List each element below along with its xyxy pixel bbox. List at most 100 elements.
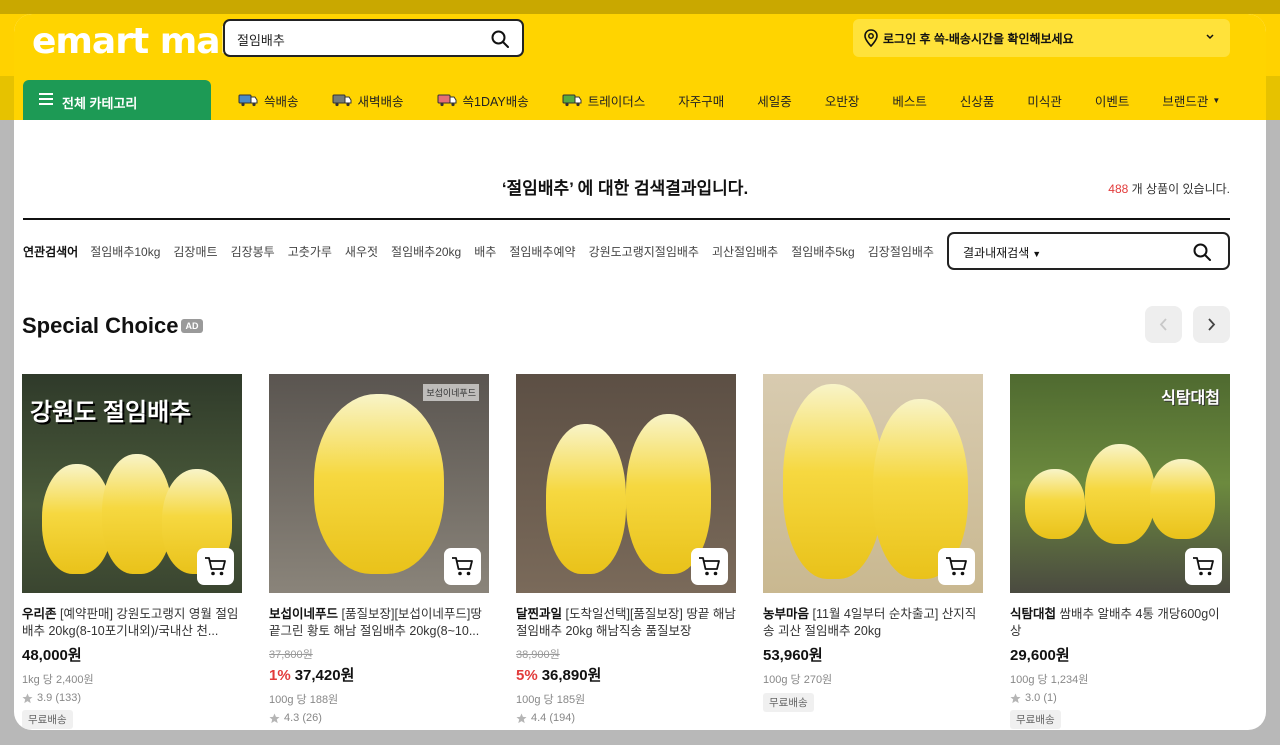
product-brand: 달찐과일 (516, 607, 563, 621)
unit-price: 1kg 당 2,400원 (22, 674, 94, 686)
nav-item-label: 브랜드관 (1162, 94, 1209, 109)
product-price: 48,000원 (22, 644, 242, 665)
in-result-search[interactable]: 결과내재검색 ▼ (947, 232, 1230, 270)
related-keyword[interactable]: 김장매트 (173, 243, 217, 260)
search-input[interactable] (237, 29, 477, 49)
sale-price: 53,960원 (763, 647, 823, 664)
unit-price: 100g 당 185원 (516, 694, 586, 706)
product-card[interactable]: 강원도 절임배추우리존 [예약판매] 강원도고랭지 영월 절임배추 20kg(8… (22, 374, 242, 729)
search-result-title: ‘절임배추’ 에 대한 검색결과입니다. (501, 179, 749, 198)
truck-icon (332, 94, 352, 107)
product-image[interactable]: 식탐대첩 (1010, 374, 1230, 593)
all-category-label: 전체 카테고리 (62, 96, 138, 111)
carousel-next-button[interactable] (1193, 306, 1230, 343)
nav-item[interactable]: 브랜드관 ▼ (1162, 80, 1220, 120)
product-tags: 무료배송 (1010, 710, 1230, 729)
related-keyword[interactable]: 절임배추20kg (391, 243, 461, 260)
nav-item-label: 자주구매 (678, 94, 725, 109)
unit-price: 100g 당 270원 (763, 674, 833, 686)
product-rating: 3.0 (1) (1010, 692, 1230, 704)
nav-item[interactable]: 이벤트 (1095, 80, 1130, 120)
related-keyword[interactable]: 고춧가루 (288, 243, 332, 260)
product-title[interactable]: 우리존 [예약판매] 강원도고랭지 영월 절임배추 20kg(8-10포기내외)… (22, 606, 242, 640)
product-title[interactable]: 보섭이네푸드 [품질보장][보섭이네푸드]땅끝그린 황토 해남 절임배추 20k… (269, 606, 489, 640)
related-keyword[interactable]: 강원도고랭지절임배추 (589, 243, 699, 260)
add-to-cart-button[interactable] (938, 548, 975, 585)
location-pin-icon (864, 29, 878, 47)
add-to-cart-button[interactable] (691, 548, 728, 585)
product-title[interactable]: 식탐대첩 쌈배추 알배추 4통 개당600g이상 (1010, 606, 1230, 640)
nav-item[interactable]: 쓱배송 (238, 80, 299, 120)
special-choice-title: Special Choice (22, 313, 179, 338)
related-keywords-heading: 연관검색어 (23, 245, 79, 259)
nav-item-label: 신상품 (959, 94, 995, 109)
cart-icon (946, 557, 967, 576)
nav-item-label: 쓱1DAY배송 (462, 94, 529, 109)
nav-item[interactable]: 베스트 (892, 80, 927, 120)
related-keyword[interactable]: 절임배추예약 (509, 243, 575, 260)
related-keyword[interactable]: 절임배추10kg (90, 243, 160, 260)
product-card[interactable]: 식탐대첩 식탐대첩 쌈배추 알배추 4통 개당600g이상 29,600원 100g … (1010, 374, 1230, 729)
product-price: 1% 37,420원 (269, 664, 489, 685)
related-keyword[interactable]: 절임배추5kg (791, 243, 855, 260)
nav-item[interactable]: 자주구매 (678, 80, 724, 120)
search-icon[interactable] (490, 29, 510, 49)
chevron-right-icon (1208, 318, 1216, 331)
nav-item[interactable]: 신상품 (960, 80, 995, 120)
related-keywords: 연관검색어 절임배추10kg 김장매트 김장봉투 고춧가루 새우젓 절임배추20kg 배추 절… (23, 243, 947, 260)
search-icon[interactable] (1192, 242, 1212, 262)
related-keyword[interactable]: 괴산절임배추 (712, 243, 778, 260)
nav-item-label: 트레이더스 (587, 94, 646, 109)
product-price: 5% 36,890원 (516, 664, 736, 685)
product-tags: 무료배송 (763, 693, 983, 712)
product-image[interactable]: 강원도 절임배추 (22, 374, 242, 593)
discount-rate: 5% (516, 667, 538, 684)
product-price: 29,600원 (1010, 644, 1230, 665)
product-card[interactable]: 달찐과일 [도착일선택][품질보장] 땅끝 해남 절임배추 20kg 해남직송 … (516, 374, 736, 730)
product-card[interactable]: 농부마음 [11월 4일부터 순차출고] 산지직송 괴산 절임배추 20kg 53… (763, 374, 983, 712)
product-tag: 무료배송 (22, 710, 73, 729)
nav-item[interactable]: 오반장 (825, 80, 860, 120)
product-tags: 무료배송 (22, 710, 242, 729)
product-card[interactable]: 보섭이네푸드보섭이네푸드 [품질보장][보섭이네푸드]땅끝그린 황토 해남 절임… (269, 374, 489, 730)
truck-icon (562, 94, 582, 107)
nav-item[interactable]: 세일중 (757, 80, 792, 120)
nav-item-label: 오반장 (824, 94, 860, 109)
add-to-cart-button[interactable] (1185, 548, 1222, 585)
carousel-prev-button[interactable] (1145, 306, 1182, 343)
all-category-button[interactable]: 전체 카테고리 (23, 80, 211, 120)
main-nav: 쓱배송 새벽배송 쓱1DAY배송 트레이더스 자주구매 세일중 오반장 베스트 신상품 미식관 이벤… (238, 80, 1253, 120)
product-title[interactable]: 달찐과일 [도착일선택][품질보장] 땅끝 해남 절임배추 20kg 해남직송 … (516, 606, 736, 640)
product-title[interactable]: 농부마음 [11월 4일부터 순차출고] 산지직송 괴산 절임배추 20kg (763, 606, 983, 640)
logo[interactable]: emart mall (32, 18, 243, 66)
caret-down-icon: ▼ (1212, 95, 1221, 105)
add-to-cart-button[interactable] (197, 548, 234, 585)
cart-icon (452, 557, 473, 576)
nav-item-label: 쓱배송 (264, 94, 299, 109)
nav-item[interactable]: 새벽배송 (332, 80, 404, 120)
related-keyword[interactable]: 김장절임배추 (868, 243, 934, 260)
nav-item-label: 미식관 (1027, 94, 1062, 109)
product-brand: 식탐대첩 (1010, 607, 1057, 621)
product-image[interactable] (516, 374, 736, 593)
star-icon (269, 712, 280, 723)
ad-badge: AD (181, 319, 203, 333)
in-result-search-select[interactable]: 결과내재검색 ▼ (963, 244, 1041, 261)
add-to-cart-button[interactable] (444, 548, 481, 585)
product-image[interactable] (763, 374, 983, 593)
nav-item[interactable]: 쓱1DAY배송 (437, 80, 529, 120)
product-image[interactable]: 보섭이네푸드 (269, 374, 489, 593)
unit-price: 100g 당 1,234원 (1010, 674, 1089, 686)
product-price: 53,960원 (763, 644, 983, 665)
related-keyword[interactable]: 새우젓 (345, 243, 378, 260)
header: emart mall 로그인 후 쓱-배송시간을 확인해보세요 (14, 14, 1266, 120)
related-keyword[interactable]: 김장봉투 (231, 243, 275, 260)
related-keyword[interactable]: 배추 (474, 243, 496, 260)
image-overlay-text: 보섭이네푸드 (423, 384, 479, 401)
product-tag: 무료배송 (763, 693, 814, 712)
nav-item[interactable]: 미식관 (1027, 80, 1062, 120)
page-frame: emart mall 로그인 후 쓱-배송시간을 확인해보세요 (14, 14, 1266, 730)
sale-price: 48,000원 (22, 647, 82, 664)
delivery-time-selector[interactable]: 로그인 후 쓱-배송시간을 확인해보세요 (853, 19, 1230, 57)
nav-item[interactable]: 트레이더스 (562, 80, 646, 120)
